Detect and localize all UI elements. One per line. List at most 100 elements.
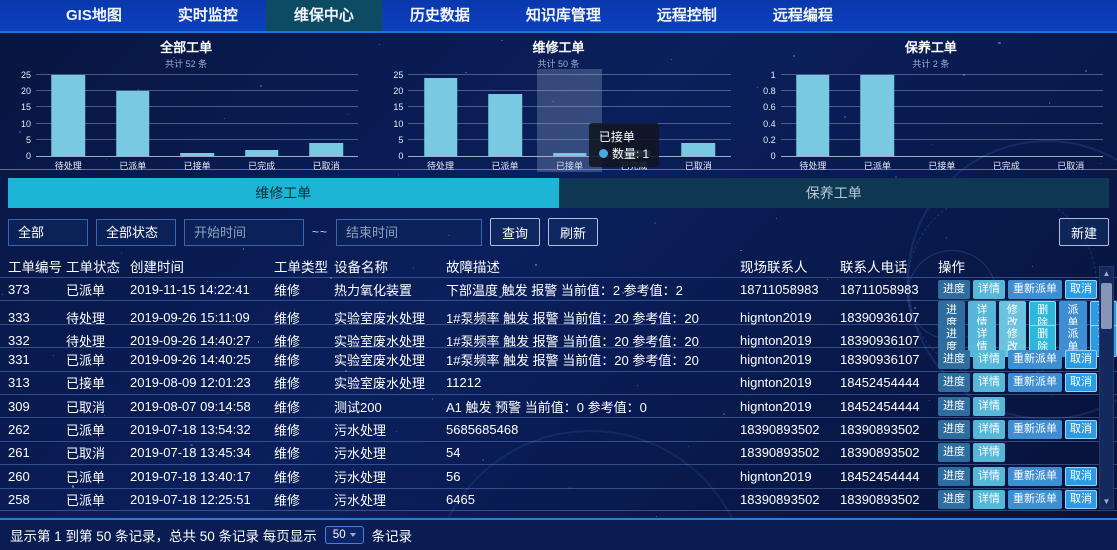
tab-repair-orders[interactable]: 维修工单 <box>8 178 559 208</box>
action-detail-button[interactable]: 详情 <box>973 397 1005 416</box>
star-dot <box>243 248 244 249</box>
y-axis-tick-label: 5 <box>26 135 31 145</box>
action-redispatch-button[interactable]: 重新派单 <box>1008 420 1062 439</box>
site-contact-cell: hignton2019 <box>740 310 840 325</box>
chart-bar[interactable] <box>116 91 150 156</box>
action-detail-button[interactable]: 详情 <box>973 420 1005 439</box>
chart-bar-slot[interactable] <box>294 75 358 156</box>
device-name-cell: 实验室废水处理 <box>334 373 446 392</box>
row-actions-cell: 进度详情重新派单取消 <box>938 490 1117 509</box>
action-cancel-button[interactable]: 取消 <box>1065 420 1097 439</box>
action-progress-button[interactable]: 进度 <box>938 490 970 509</box>
action-cancel-button[interactable]: 取消 <box>1065 490 1097 509</box>
row-actions-cell: 进度详情 <box>938 443 1117 462</box>
y-axis-tick-label: 15 <box>21 102 31 112</box>
chart-bar-slot[interactable] <box>165 75 229 156</box>
chart-bar-slot[interactable] <box>100 75 164 156</box>
refresh-button[interactable]: 刷新 <box>548 218 598 246</box>
action-detail-button[interactable]: 详情 <box>973 443 1005 462</box>
start-time-input[interactable] <box>184 219 304 246</box>
x-axis-category-label: 已派单 <box>845 159 909 172</box>
contact-phone-cell: 18390893502 <box>840 492 938 507</box>
action-progress-button[interactable]: 进度 <box>938 397 970 416</box>
action-redispatch-button[interactable]: 重新派单 <box>1008 280 1062 299</box>
chart-bar-slot[interactable] <box>408 75 472 156</box>
chart-title: 保养工单 <box>745 37 1117 56</box>
chart-bar-slot[interactable] <box>36 75 100 156</box>
action-detail-button[interactable]: 详情 <box>973 350 1005 369</box>
chart-bar-slot[interactable] <box>781 75 845 156</box>
chart-bar-slot[interactable] <box>666 75 730 156</box>
chart-bar[interactable] <box>488 94 522 156</box>
action-progress-button[interactable]: 进度 <box>938 350 970 369</box>
order-status-cell: 已派单 <box>66 490 130 509</box>
action-progress-button[interactable]: 进度 <box>938 420 970 439</box>
nav-item-2[interactable]: 实时监控 <box>150 0 266 31</box>
page-size-select[interactable]: 50 <box>325 526 364 544</box>
action-cancel-button[interactable]: 取消 <box>1065 280 1097 299</box>
status-filter-select[interactable]: 全部状态 <box>96 219 176 246</box>
order-status-cell: 已取消 <box>66 397 130 416</box>
pagination-summary: 显示第 1 到第 50 条记录，总共 50 条记录 每页显示 <box>10 525 317 545</box>
scrollbar-up-arrow-icon[interactable]: ▲ <box>1100 269 1113 278</box>
chart-plot-area: 0510152025 <box>36 75 358 157</box>
chart-bar-slot[interactable] <box>910 75 974 156</box>
action-detail-button[interactable]: 详情 <box>973 373 1005 392</box>
nav-item-5[interactable]: 知识库管理 <box>498 0 629 31</box>
nav-item-7[interactable]: 远程编程 <box>745 0 861 31</box>
column-header: 设备名称 <box>334 256 446 276</box>
nav-item-3[interactable]: 维保中心 <box>266 0 382 31</box>
order-id-cell: 260 <box>8 469 66 484</box>
action-cancel-button[interactable]: 取消 <box>1065 373 1097 392</box>
chart-bar-slot[interactable] <box>229 75 293 156</box>
action-redispatch-button[interactable]: 重新派单 <box>1008 490 1062 509</box>
action-progress-button[interactable]: 进度 <box>938 467 970 486</box>
action-redispatch-button[interactable]: 重新派单 <box>1008 350 1062 369</box>
scrollbar-thumb[interactable] <box>1101 283 1112 329</box>
column-header: 现场联系人 <box>740 256 840 276</box>
search-button[interactable]: 查询 <box>490 218 540 246</box>
action-progress-button[interactable]: 进度 <box>938 280 970 299</box>
action-cancel-button[interactable]: 取消 <box>1065 350 1097 369</box>
action-redispatch-button[interactable]: 重新派单 <box>1008 373 1062 392</box>
site-contact-cell: hignton2019 <box>740 469 840 484</box>
chart-bar[interactable] <box>682 143 716 156</box>
chart-bar[interactable] <box>861 75 895 156</box>
chart-bar-slot[interactable] <box>845 75 909 156</box>
chart-bar-slot[interactable] <box>1039 75 1103 156</box>
column-header: 工单编号 <box>8 256 66 276</box>
contact-phone-cell: 18390936107 <box>840 352 938 367</box>
chart-bar[interactable] <box>553 153 587 156</box>
create-button[interactable]: 新建 <box>1059 218 1109 246</box>
top-nav: GIS地图实时监控维保中心历史数据知识库管理远程控制远程编程 <box>0 0 1117 33</box>
order-type-cell: 维修 <box>274 443 334 462</box>
chart-bar[interactable] <box>424 78 458 156</box>
chart-bar[interactable] <box>180 153 214 156</box>
chart-bar-slot[interactable] <box>473 75 537 156</box>
y-axis-tick-label: 10 <box>21 119 31 129</box>
chart-bar[interactable] <box>245 150 279 156</box>
chart-bar[interactable] <box>51 75 85 156</box>
nav-item-6[interactable]: 远程控制 <box>629 0 745 31</box>
nav-item-1[interactable]: GIS地图 <box>38 0 150 31</box>
action-detail-button[interactable]: 详情 <box>973 490 1005 509</box>
action-redispatch-button[interactable]: 重新派单 <box>1008 467 1062 486</box>
scrollbar-down-arrow-icon[interactable]: ▼ <box>1100 497 1113 506</box>
action-cancel-button[interactable]: 取消 <box>1065 467 1097 486</box>
chart-bar-slot[interactable] <box>974 75 1038 156</box>
action-detail-button[interactable]: 详情 <box>973 467 1005 486</box>
tab-maintenance-orders[interactable]: 保养工单 <box>559 178 1110 208</box>
action-detail-button[interactable]: 详情 <box>973 280 1005 299</box>
action-progress-button[interactable]: 进度 <box>938 373 970 392</box>
order-id-cell: 261 <box>8 445 66 460</box>
chart-bar[interactable] <box>309 143 343 156</box>
end-time-input[interactable] <box>336 219 482 246</box>
chart-bar[interactable] <box>796 75 830 156</box>
device-name-cell: 实验室废水处理 <box>334 350 446 369</box>
chart-x-labels: 待处理已派单已接单已完成已取消 <box>36 159 358 172</box>
order-type-cell: 维修 <box>274 331 334 350</box>
device-filter-select[interactable]: 全部 <box>8 219 88 246</box>
table-scrollbar[interactable]: ▲ ▼ <box>1099 266 1114 509</box>
nav-item-4[interactable]: 历史数据 <box>382 0 498 31</box>
action-progress-button[interactable]: 进度 <box>938 443 970 462</box>
